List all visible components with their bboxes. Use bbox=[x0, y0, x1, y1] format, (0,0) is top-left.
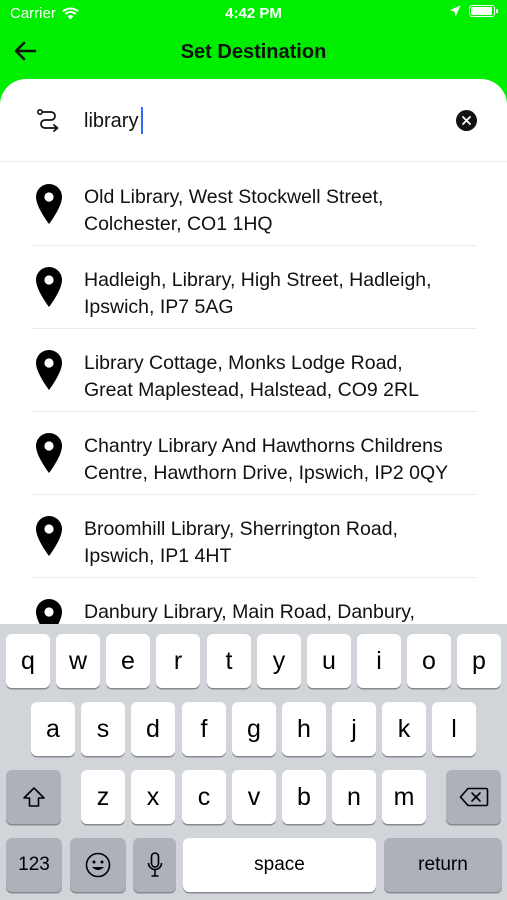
key-r[interactable]: r bbox=[156, 634, 200, 688]
result-address: Danbury Library, Main Road, Danbury, bbox=[84, 601, 415, 623]
result-address: Library Cottage, Monks Lodge Road, Great … bbox=[84, 352, 419, 401]
microphone-icon bbox=[147, 852, 162, 877]
key-w[interactable]: w bbox=[56, 634, 100, 688]
map-pin-icon bbox=[36, 350, 62, 390]
key-h[interactable]: h bbox=[282, 702, 326, 756]
battery-level bbox=[471, 7, 492, 15]
key-q[interactable]: q bbox=[6, 634, 50, 688]
key-z[interactable]: z bbox=[81, 770, 125, 824]
result-item[interactable]: Broomhill Library, Sherrington Road, Ipsw… bbox=[32, 495, 477, 578]
key-m[interactable]: m bbox=[382, 770, 426, 824]
location-arrow-icon bbox=[449, 5, 461, 17]
battery-icon bbox=[469, 5, 498, 17]
result-address: Old Library, West Stockwell Street, Colch… bbox=[84, 186, 384, 235]
status-time: 4:42 PM bbox=[225, 5, 282, 22]
results-list: Old Library, West Stockwell Street, Colch… bbox=[0, 163, 507, 661]
key-n[interactable]: n bbox=[332, 770, 376, 824]
page-title: Set Destination bbox=[180, 41, 327, 63]
key-t[interactable]: t bbox=[207, 634, 251, 688]
key-p[interactable]: p bbox=[457, 634, 501, 688]
route-icon bbox=[36, 108, 59, 132]
shift-key[interactable] bbox=[6, 770, 61, 824]
clear-search-button[interactable] bbox=[456, 110, 477, 131]
key-l[interactable]: l bbox=[432, 702, 476, 756]
emoji-icon bbox=[85, 852, 111, 878]
key-f[interactable]: f bbox=[182, 702, 226, 756]
key-x[interactable]: x bbox=[131, 770, 175, 824]
key-i[interactable]: i bbox=[357, 634, 401, 688]
map-pin-icon bbox=[36, 433, 62, 473]
result-address: Chantry Library And Hawthorns Childrens C… bbox=[84, 435, 449, 484]
key-o[interactable]: o bbox=[407, 634, 451, 688]
key-e[interactable]: e bbox=[106, 634, 150, 688]
status-bar: Carrier 4:42 PM bbox=[0, 0, 507, 28]
key-k[interactable]: k bbox=[382, 702, 426, 756]
numbers-key[interactable]: 123 bbox=[6, 838, 62, 892]
emoji-key[interactable] bbox=[70, 838, 126, 892]
map-pin-icon bbox=[36, 267, 62, 307]
close-icon bbox=[462, 116, 471, 125]
result-item[interactable]: Library Cottage, Monks Lodge Road, Great … bbox=[32, 329, 477, 412]
shift-arrow-icon bbox=[22, 787, 45, 807]
backspace-icon bbox=[459, 787, 488, 807]
map-pin-icon bbox=[36, 516, 62, 556]
dictation-key[interactable] bbox=[133, 838, 176, 892]
result-item[interactable]: Old Library, West Stockwell Street, Colch… bbox=[32, 163, 477, 246]
search-input[interactable] bbox=[84, 107, 424, 135]
result-item[interactable]: Hadleigh, Library, High Street, Hadleigh… bbox=[32, 246, 477, 329]
result-item[interactable]: Chantry Library And Hawthorns Childrens C… bbox=[32, 412, 477, 495]
key-d[interactable]: d bbox=[131, 702, 175, 756]
key-b[interactable]: b bbox=[282, 770, 326, 824]
key-u[interactable]: u bbox=[307, 634, 351, 688]
nav-bar: Set Destination bbox=[0, 28, 507, 78]
key-j[interactable]: j bbox=[332, 702, 376, 756]
keyboard: q w e r t y u i o p a s d f g h j k l z … bbox=[0, 624, 507, 900]
status-right bbox=[449, 5, 498, 17]
map-pin-icon bbox=[36, 184, 62, 224]
return-key[interactable]: return bbox=[384, 838, 502, 892]
delete-key[interactable] bbox=[446, 770, 501, 824]
result-address: Broomhill Library, Sherrington Road, Ipsw… bbox=[84, 518, 398, 567]
key-y[interactable]: y bbox=[257, 634, 301, 688]
result-address: Hadleigh, Library, High Street, Hadleigh… bbox=[84, 269, 432, 318]
key-g[interactable]: g bbox=[232, 702, 276, 756]
space-key[interactable]: space bbox=[183, 838, 376, 892]
key-v[interactable]: v bbox=[232, 770, 276, 824]
key-c[interactable]: c bbox=[182, 770, 226, 824]
search-bar bbox=[0, 79, 507, 162]
key-s[interactable]: s bbox=[81, 702, 125, 756]
key-a[interactable]: a bbox=[31, 702, 75, 756]
text-caret bbox=[141, 107, 143, 134]
